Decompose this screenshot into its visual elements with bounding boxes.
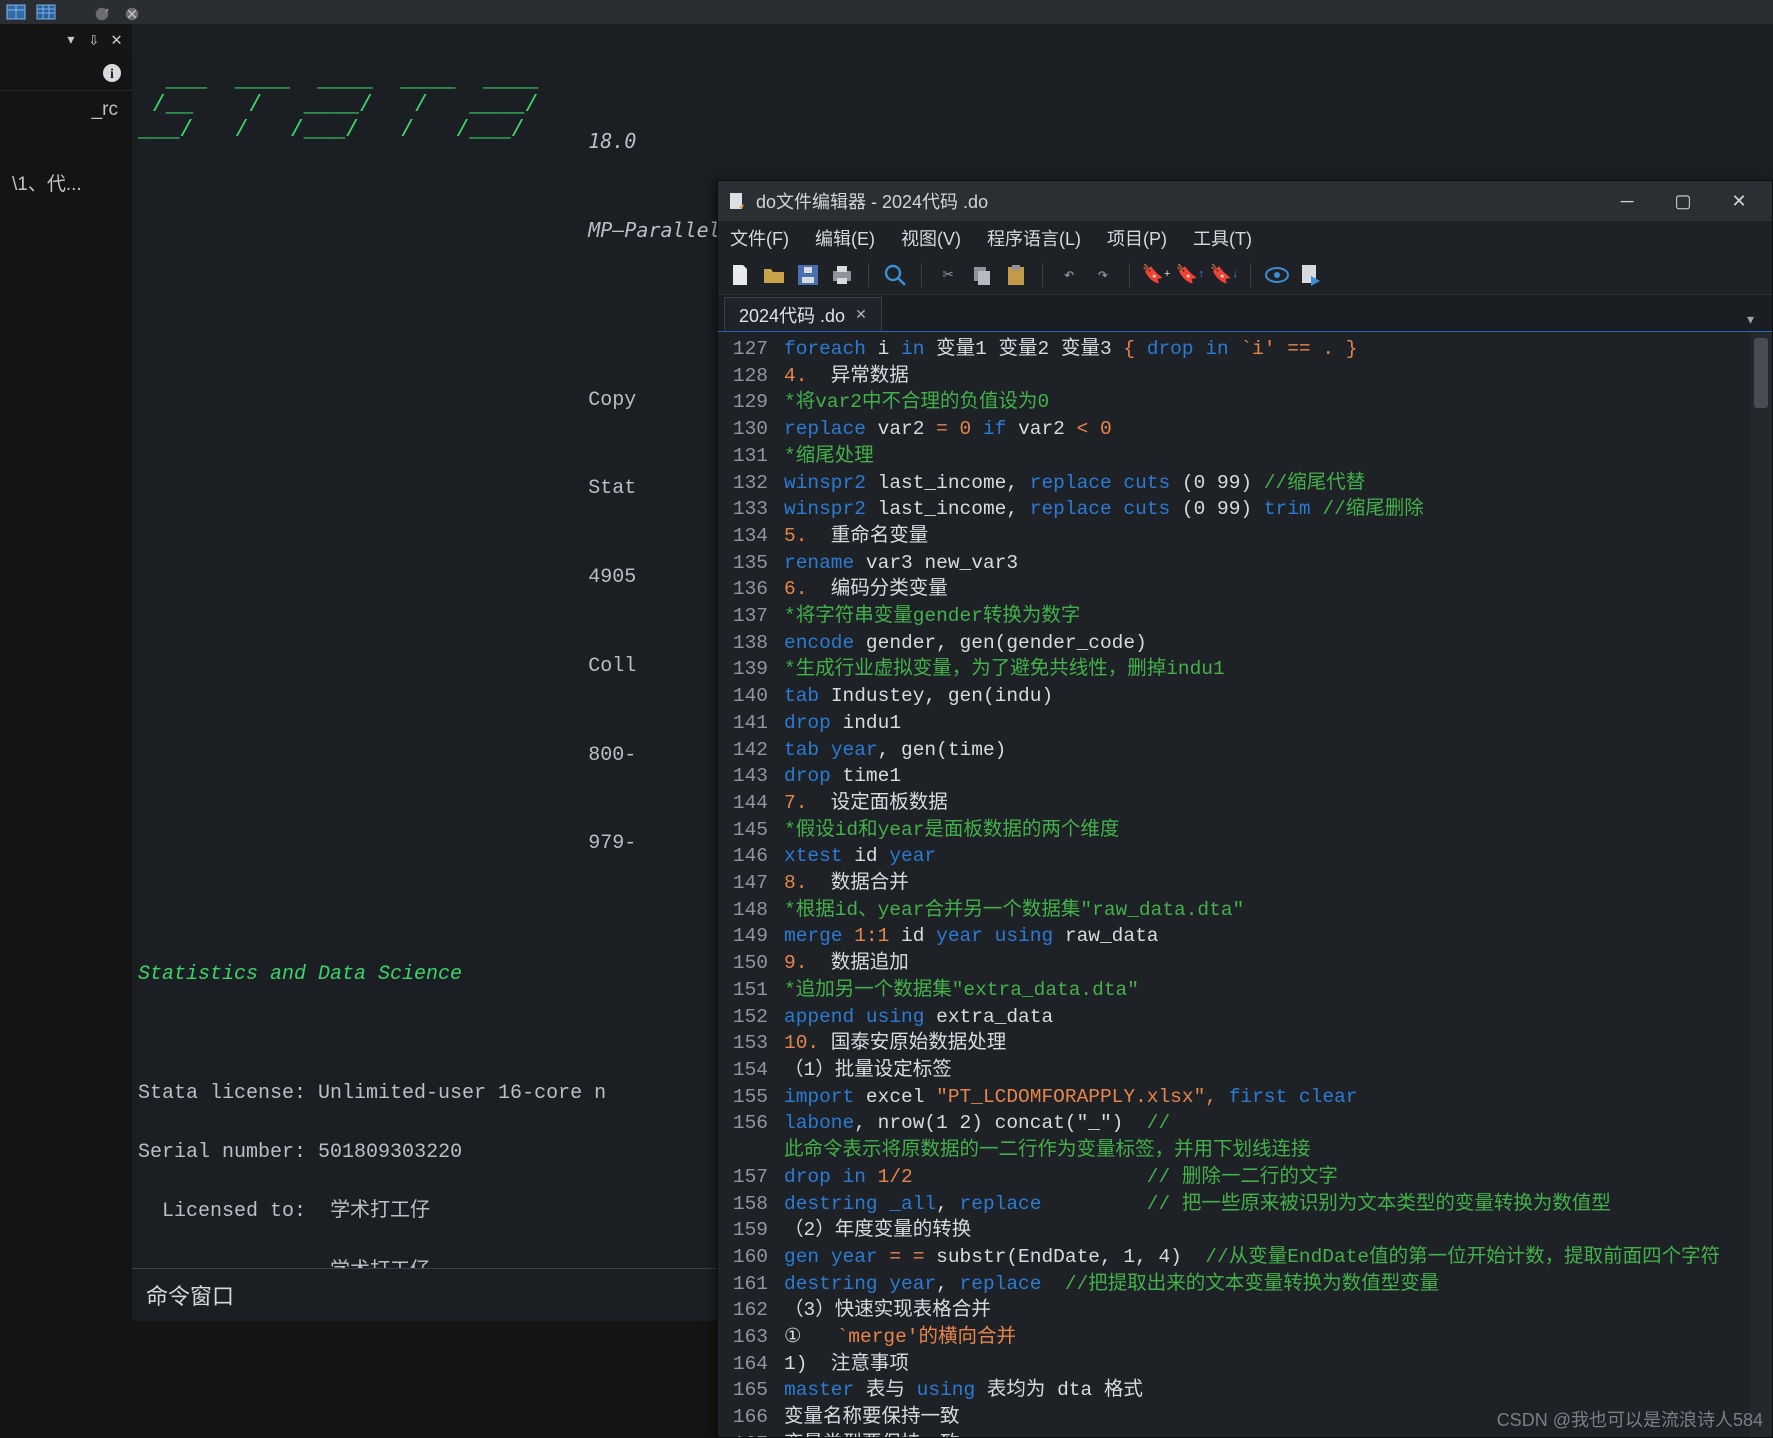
svg-text:i: i <box>110 67 114 82</box>
menu-view[interactable]: 视图(V) <box>901 225 961 251</box>
show-results-icon[interactable] <box>1265 263 1289 287</box>
serial-label: Serial number: <box>138 1141 306 1164</box>
undo-icon[interactable]: ↶ <box>1057 263 1081 287</box>
do-toolbar: ✂ ↶ ↷ 🔖+ 🔖↑ 🔖↓ <box>718 255 1772 295</box>
vertical-scrollbar[interactable] <box>1750 332 1772 1437</box>
do-tab-row: 2024代码 .do ✕ ▾ <box>718 295 1772 331</box>
licensed-label: Licensed to: <box>162 1200 306 1223</box>
table-icon[interactable] <box>6 4 26 20</box>
copy-icon[interactable] <box>970 263 994 287</box>
cut-icon[interactable]: ✂ <box>936 263 960 287</box>
execute-icon[interactable] <box>1299 263 1323 287</box>
serial-value: 501809303220 <box>318 1141 462 1164</box>
minimize-button[interactable]: ─ <box>1604 186 1650 216</box>
paste-icon[interactable] <box>1004 263 1028 287</box>
menu-project[interactable]: 项目(P) <box>1107 225 1167 251</box>
do-editor-area[interactable]: 127 128 129 130 131 132 133 134 135 136 … <box>718 331 1772 1437</box>
do-window-title: do文件编辑器 - 2024代码 .do <box>756 188 988 214</box>
do-file-tab-label: 2024代码 .do <box>739 302 845 328</box>
do-menu-bar[interactable]: 文件(F) 编辑(E) 视图(V) 程序语言(L) 项目(P) 工具(T) <box>718 221 1772 255</box>
stata-ascii-logo: ___ ____ ____ ____ ____ /__ / ____/ / __… <box>138 68 538 144</box>
menu-edit[interactable]: 编辑(E) <box>815 225 875 251</box>
bookmark-prev-icon[interactable]: 🔖↑ <box>1178 263 1202 287</box>
left-sidebar: ▾ ⇩ ✕ i _rc \1、代... <box>0 24 132 1438</box>
window-close-button[interactable]: ✕ <box>1716 186 1762 216</box>
filter-icon[interactable]: ▾ <box>65 29 76 51</box>
do-title-bar[interactable]: do文件编辑器 - 2024代码 .do ─ ▢ ✕ <box>718 181 1772 221</box>
spreadsheet-icon[interactable] <box>36 4 56 20</box>
panel-close-icon[interactable]: ✕ <box>111 29 122 51</box>
pin-icon[interactable]: ⇩ <box>88 29 99 51</box>
bookmark-next-icon[interactable]: 🔖↓ <box>1212 263 1236 287</box>
licensed-value-1: 学术打工仔 <box>330 1200 430 1223</box>
watermark: CSDN @我也可以是流浪诗人584 <box>1497 1406 1763 1432</box>
open-file-icon[interactable] <box>762 263 786 287</box>
licensed-value-2: 学术打工仔 <box>330 1260 430 1268</box>
tab-close-icon[interactable]: ✕ <box>855 306 867 323</box>
menu-tools[interactable]: 工具(T) <box>1193 225 1252 251</box>
tree-toolbar: ▾ ⇩ ✕ <box>0 24 132 56</box>
tab-overflow-icon[interactable]: ▾ <box>1735 309 1766 331</box>
redo-icon[interactable]: ↷ <box>1091 263 1115 287</box>
menu-file[interactable]: 文件(F) <box>730 225 789 251</box>
run-dot-icon[interactable] <box>92 4 112 20</box>
line-gutter: 127 128 129 130 131 132 133 134 135 136 … <box>718 332 778 1437</box>
menu-language[interactable]: 程序语言(L) <box>987 225 1081 251</box>
bookmark-toggle-icon[interactable]: 🔖+ <box>1144 263 1168 287</box>
print-icon[interactable] <box>830 263 854 287</box>
version-number: 18.0 <box>588 129 636 153</box>
scrollbar-thumb[interactable] <box>1754 338 1768 408</box>
main-area: ___ ____ ____ ____ ____ /__ / ____/ / __… <box>132 24 1773 1438</box>
close-dot-icon[interactable] <box>122 4 142 20</box>
properties-tab[interactable]: \1、代... <box>0 161 132 204</box>
save-icon[interactable] <box>796 263 820 287</box>
do-file-tab[interactable]: 2024代码 .do ✕ <box>724 297 882 331</box>
code-area[interactable]: foreach i in 变量1 变量2 变量3 { drop in `i' =… <box>778 332 1750 1437</box>
variables-tab-rc[interactable]: _rc <box>0 91 132 129</box>
app-top-strip <box>0 0 1773 24</box>
do-editor-icon <box>728 192 746 210</box>
maximize-button[interactable]: ▢ <box>1660 186 1706 216</box>
info-icon[interactable]: i <box>102 63 122 83</box>
search-icon[interactable] <box>883 263 907 287</box>
new-file-icon[interactable] <box>728 263 752 287</box>
do-editor-window: do文件编辑器 - 2024代码 .do ─ ▢ ✕ 文件(F) 编辑(E) 视… <box>717 180 1773 1438</box>
